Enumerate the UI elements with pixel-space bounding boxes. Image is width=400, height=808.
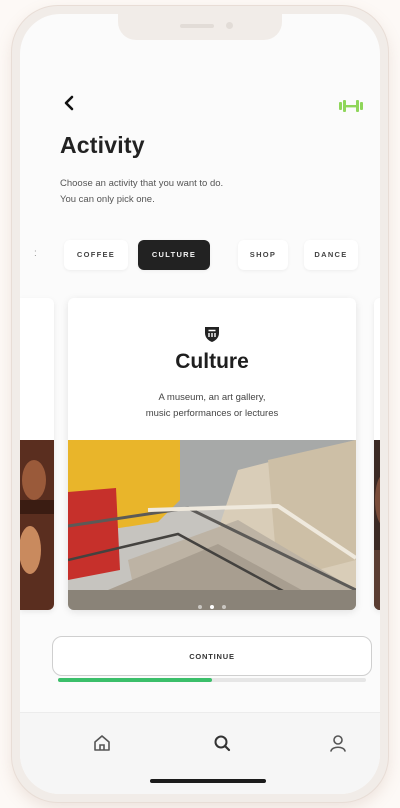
profile-icon <box>330 735 346 752</box>
page-title: Activity <box>60 132 145 158</box>
chip-dance[interactable]: DANCE <box>304 240 358 270</box>
description-line: A museum, an art gallery, <box>158 392 266 403</box>
museum-icon <box>202 324 222 344</box>
tab-search[interactable] <box>210 731 234 755</box>
tab-profile[interactable] <box>326 731 350 755</box>
progress-fill <box>58 678 212 682</box>
phone-frame: Activity Choose an activity that you wan… <box>12 6 388 802</box>
previous-card-photo <box>20 440 54 610</box>
chip-scroll-edge: : <box>34 248 37 259</box>
card-photo <box>68 440 356 610</box>
dumbbell-icon <box>336 98 366 114</box>
activity-card[interactable]: Culture A museum, an art gallery, music … <box>68 298 356 610</box>
device-notch <box>118 14 282 40</box>
next-card-photo <box>374 440 380 610</box>
home-indicator[interactable] <box>150 779 266 783</box>
carousel-indicator <box>68 596 356 609</box>
carousel-dot[interactable] <box>197 605 202 609</box>
subtitle-line: Choose an activity that you want to do. <box>60 178 224 189</box>
subtitle-line: You can only pick one. <box>60 194 155 205</box>
front-camera <box>226 22 233 29</box>
card-description: A museum, an art gallery, music performa… <box>92 390 332 422</box>
continue-button[interactable]: CONTINUE <box>52 636 372 676</box>
card-title: Culture <box>175 350 249 373</box>
next-activity-card[interactable] <box>374 298 380 610</box>
search-icon <box>214 735 231 752</box>
home-icon <box>94 735 110 751</box>
progress-bar <box>58 678 366 682</box>
chip-culture[interactable]: CULTURE <box>138 240 210 270</box>
tab-home[interactable] <box>90 731 114 755</box>
description-line: music performances or lectures <box>145 408 279 419</box>
back-button[interactable] <box>60 92 80 114</box>
chip-shop[interactable]: SHOP <box>238 240 288 270</box>
bottom-tab-bar <box>20 712 380 794</box>
chevron-left-icon <box>64 95 74 111</box>
category-chip-row: : COFFEE CULTURE SHOP DANCE <box>20 240 380 270</box>
carousel-dot-active[interactable] <box>210 605 214 609</box>
page-subtitle: Choose an activity that you want to do. … <box>60 176 300 208</box>
previous-activity-card[interactable] <box>20 298 54 610</box>
chip-coffee[interactable]: COFFEE <box>64 240 128 270</box>
app-screen: Activity Choose an activity that you wan… <box>20 14 380 794</box>
speaker-grille <box>180 24 214 28</box>
